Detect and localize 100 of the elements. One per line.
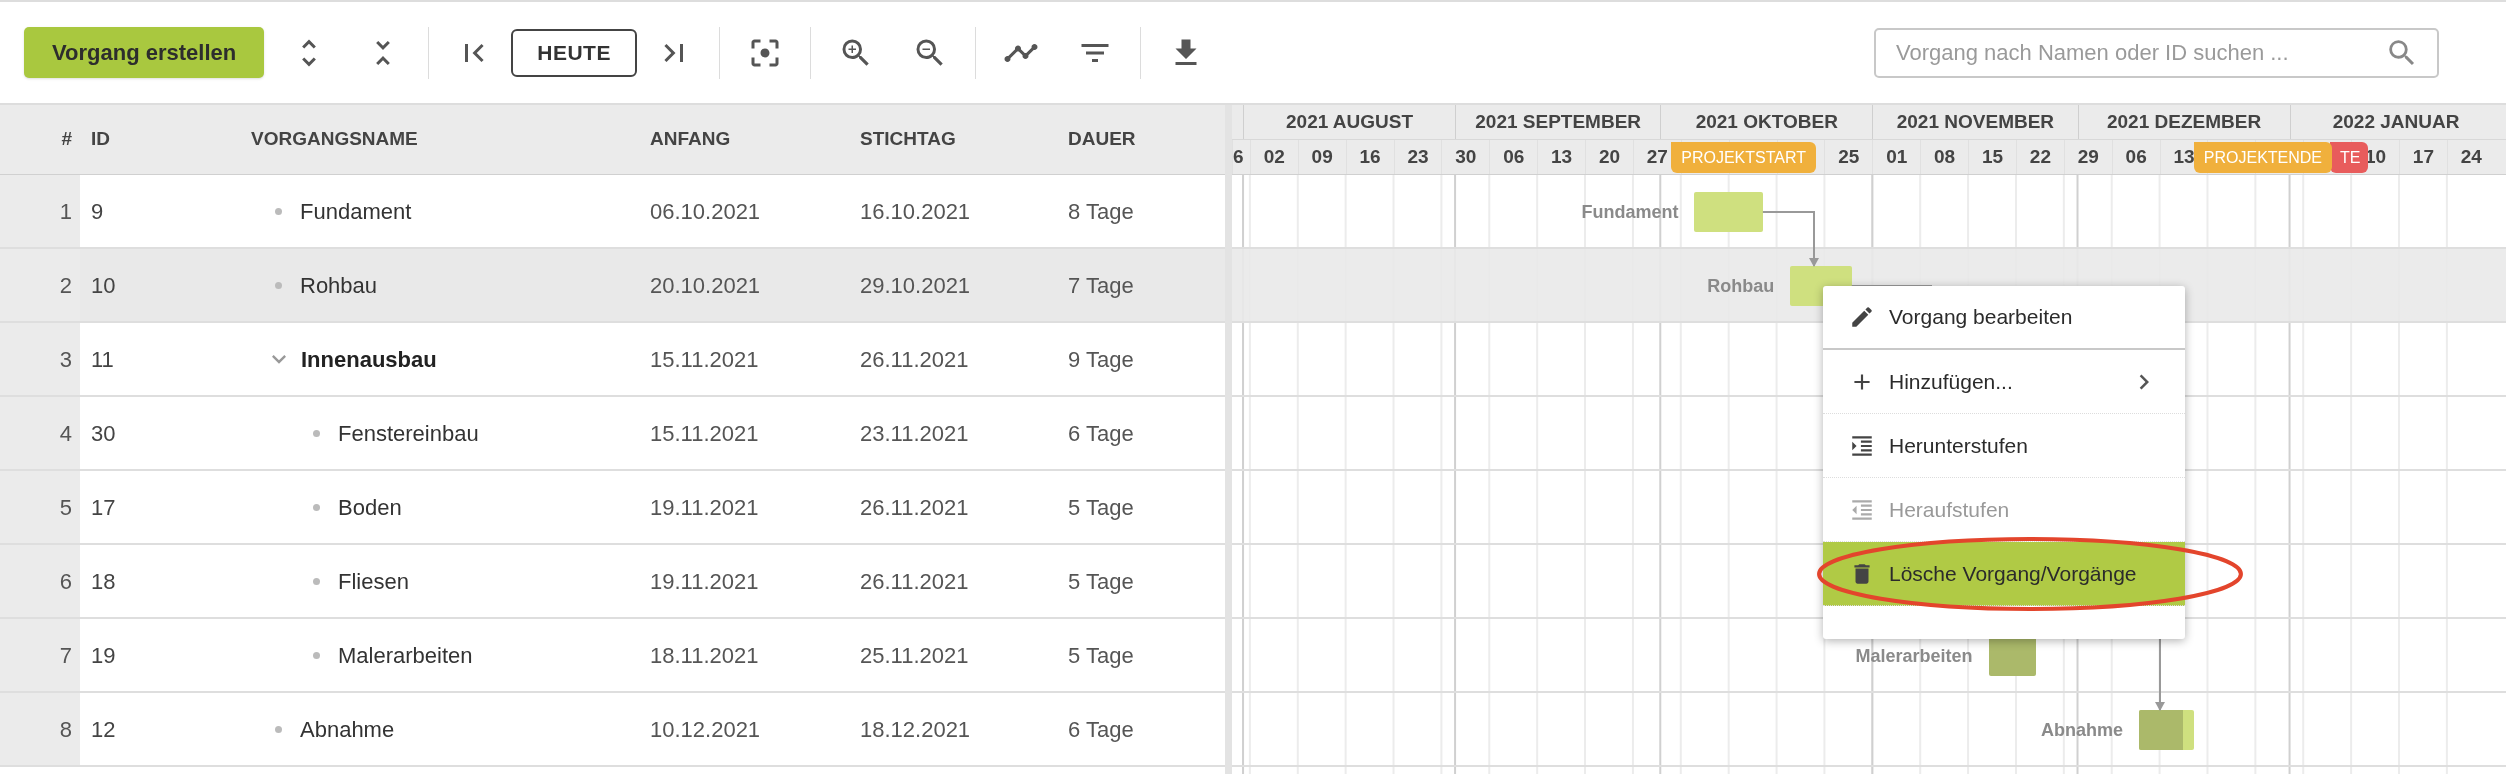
menu-item[interactable]: Vorgang bearbeiten (1823, 286, 2185, 350)
week-label: 27 (1646, 144, 1668, 169)
row-number: 7 (59, 641, 72, 670)
month-label: 2021 SEPTEMBER (1475, 109, 1642, 134)
table-cell-text: 19.11.2021 (650, 493, 760, 522)
row-number: 5 (59, 493, 72, 522)
week-label: 17 (2412, 144, 2434, 169)
table-cell-text: 17 (91, 493, 117, 522)
table-cell-text: Fenstereinbau (338, 419, 479, 448)
week-label: 06 (1503, 144, 1525, 169)
table-row[interactable]: 5 17 Boden 19.11.2021 26.11.2021 5 Tage (0, 471, 1225, 545)
column-header: ID (91, 127, 111, 152)
bullet-icon (313, 651, 320, 659)
bar-label: Abnahme (2041, 719, 2124, 742)
table-cell-text: 20.10.2021 (650, 271, 762, 300)
table-cell-text: 9 Tage (1068, 345, 1134, 374)
table-cell-text: 6 Tage (1068, 419, 1134, 448)
week-label: 06 (2125, 144, 2147, 169)
table-row[interactable]: 2 10 Rohbau 20.10.2021 29.10.2021 7 Tage (0, 249, 1225, 323)
table-cell-text: 16.10.2021 (860, 197, 972, 226)
table-row[interactable]: 6 18 Fliesen 19.11.2021 26.11.2021 5 Tage (0, 545, 1225, 619)
bar-label: Rohbau (1707, 275, 1775, 298)
menu-item[interactable]: Lösche Vorgang/Vorgänge (1823, 542, 2185, 606)
column-header: DAUER (1068, 127, 1136, 152)
menu-item[interactable]: Herunterstufen (1823, 414, 2185, 478)
week-label: 02 (1263, 144, 1285, 169)
table-cell-text: Fliesen (338, 567, 409, 596)
table-cell-text: 18.11.2021 (650, 641, 760, 670)
row-number: 3 (59, 345, 72, 374)
table-cell-text: 9 (91, 197, 105, 226)
week-label: 13 (2173, 144, 2195, 169)
table-row[interactable]: 1 9 Fundament 06.10.2021 16.10.2021 8 Tage (0, 175, 1225, 249)
marker-badge: PROJEKTENDE (2193, 142, 2333, 173)
row-number: 2 (59, 271, 72, 300)
table-cell-text: 5 Tage (1068, 567, 1134, 596)
table-row[interactable]: 4 30 Fenstereinbau 15.11.2021 23.11.2021 6 Tage (0, 397, 1225, 471)
week-label: 25 (1838, 144, 1860, 169)
search-field[interactable]: Vorgang nach Namen oder ID suchen ... (1874, 27, 2439, 78)
table-cell-text: 12 (91, 715, 117, 744)
table-cell-text: Malerarbeiten (338, 641, 473, 670)
column-header: VORGANGSNAME (251, 127, 419, 152)
column-header: STICHTAG (860, 127, 957, 152)
month-label: 2021 OKTOBER (1695, 109, 1838, 134)
table-cell-text: 06.10.2021 (650, 197, 762, 226)
table-cell-text: Boden (338, 493, 402, 522)
table-cell-text: 23.11.2021 (860, 419, 970, 448)
table-cell-text: 25.11.2021 (860, 641, 970, 670)
week-label: 23 (1407, 144, 1429, 169)
row-number: 1 (59, 197, 72, 226)
week-label: 30 (1455, 144, 1477, 169)
table-cell-text: 26.11.2021 (860, 567, 970, 596)
menu-item[interactable]: Hinzufügen... (1823, 350, 2185, 414)
table-row[interactable]: 8 12 Abnahme 10.12.2021 18.12.2021 6 Tage (0, 693, 1225, 767)
table-cell-text: 5 Tage (1068, 493, 1134, 522)
table-cell-text: 26.11.2021 (860, 493, 970, 522)
marker-badge: TE (2330, 142, 2369, 173)
table-cell-text: 15.11.2021 (650, 419, 760, 448)
table-cell-text: 5 Tage (1068, 641, 1134, 670)
week-label: 01 (1886, 144, 1908, 169)
table-cell-text: 19 (91, 641, 117, 670)
table-cell-text: 29.10.2021 (860, 271, 972, 300)
week-label: 15 (1981, 144, 2004, 169)
table-cell-text: 10 (91, 271, 117, 300)
task-bar[interactable] (1988, 636, 2037, 676)
dependency-arrow (1761, 211, 1819, 267)
table-cell-text: 18.12.2021 (860, 715, 972, 744)
month-label: 2022 JANUAR (2332, 109, 2460, 134)
bullet-icon (313, 429, 320, 437)
table-cell-text: 10.12.2021 (650, 715, 762, 744)
bar-label: Malerarbeiten (1855, 645, 1973, 668)
table-row[interactable]: 7 19 Malerarbeiten 18.11.2021 25.11.2021 5 Tage (0, 619, 1225, 693)
table-cell-text: 15.11.2021 (650, 345, 760, 374)
table-cell-text: 18 (91, 567, 117, 596)
today-button[interactable]: HEUTE (511, 28, 637, 77)
table-cell-text: 11 (91, 345, 115, 374)
table-row[interactable]: 3 11 Innenausbau 15.11.2021 26.11.2021 9 Tage (0, 323, 1225, 397)
week-label: 24 (2460, 144, 2482, 169)
month-label: 2021 AUGUST (1286, 109, 1414, 134)
table-cell-text: 8 Tage (1068, 197, 1134, 226)
row-number: 6 (59, 567, 72, 596)
row-number: 8 (59, 715, 72, 744)
column-header: # (60, 127, 72, 152)
week-label: 13 (1551, 144, 1573, 169)
table-cell-text: 6 Tage (1068, 715, 1134, 744)
marker-badge: PROJEKTSTART (1671, 142, 1816, 173)
bar-label: Fundament (1581, 201, 1679, 224)
week-label: 20 (1598, 144, 1621, 169)
pencil-icon (1849, 304, 1875, 330)
table-cell-text: 7 Tage (1068, 271, 1134, 300)
table-cell-text: 26.11.2021 (860, 345, 970, 374)
bullet-icon (275, 725, 282, 733)
bullet-icon (275, 207, 282, 215)
table-cell-text: 30 (91, 419, 117, 448)
bullet-icon (275, 281, 282, 289)
table-cell-text: Abnahme (300, 715, 395, 744)
week-label: 09 (1311, 144, 1333, 169)
bullet-icon (313, 577, 320, 585)
week-label: 29 (2077, 144, 2099, 169)
create-task-button[interactable]: Vorgang erstellen (24, 27, 265, 78)
column-header: ANFANG (650, 127, 732, 152)
